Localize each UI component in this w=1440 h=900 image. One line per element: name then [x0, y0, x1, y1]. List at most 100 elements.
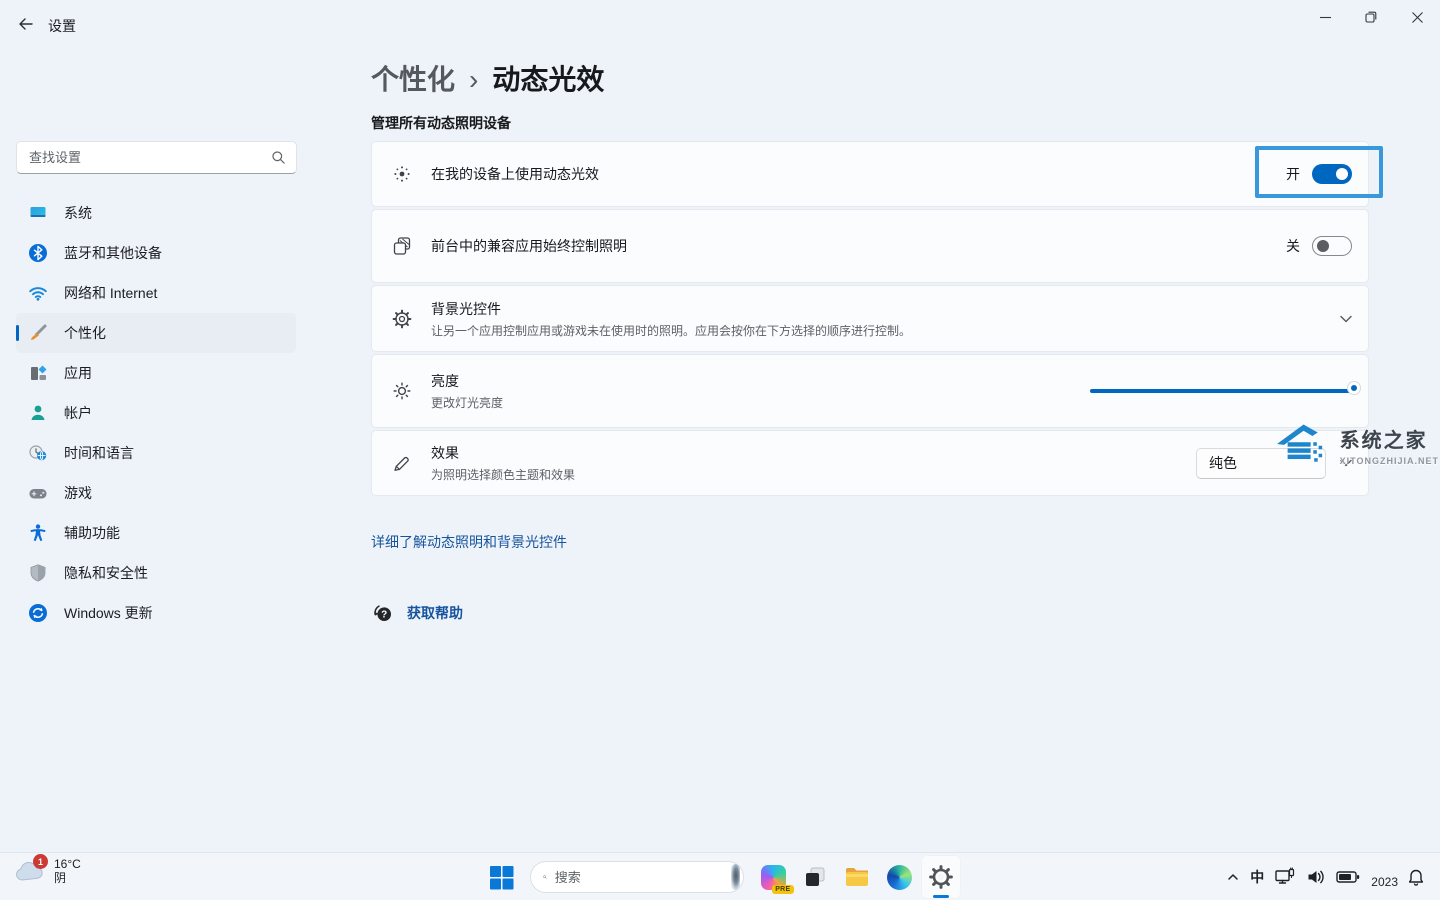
battery-tray-button[interactable]	[1331, 857, 1365, 897]
file-explorer-icon	[844, 864, 870, 890]
page-title: 动态光效	[492, 64, 604, 95]
sidebar-item-label: 网络和 Internet	[64, 283, 157, 303]
app-title: 设置	[48, 16, 76, 36]
brightness-slider[interactable]	[1090, 381, 1352, 401]
effects-dropdown[interactable]: 纯色	[1196, 448, 1326, 479]
card-effects: 效果 为照明选择颜色主题和效果 纯色	[371, 430, 1369, 496]
time-language-icon	[28, 443, 48, 463]
bell-icon	[1407, 868, 1425, 887]
back-arrow-icon	[18, 16, 34, 32]
shield-icon	[28, 563, 48, 583]
titlebar: 设置	[0, 0, 1440, 48]
notifications-button[interactable]	[1402, 857, 1430, 897]
settings-search-box[interactable]	[16, 141, 297, 174]
settings-search-input[interactable]	[29, 150, 271, 165]
sidebar-item-label: 系统	[64, 203, 92, 223]
breadcrumb: 个性化 › 动态光效	[371, 58, 604, 98]
chevron-up-icon	[1226, 870, 1240, 884]
sidebar-item-bluetooth-devices[interactable]: 蓝牙和其他设备	[16, 233, 296, 273]
setting-subtitle: 更改灯光亮度	[431, 394, 1090, 411]
copilot-button[interactable]: PRE	[753, 855, 793, 899]
toggle-state-label: 开	[1286, 164, 1300, 184]
weather-widget[interactable]: 1 16°C 阴	[14, 856, 81, 886]
breadcrumb-parent[interactable]: 个性化	[371, 64, 455, 95]
wifi-icon	[28, 283, 48, 303]
settings-gear-icon	[928, 864, 954, 890]
sidebar-item-label: Windows 更新	[64, 603, 153, 623]
gear-icon	[391, 308, 413, 330]
settings-app-button[interactable]	[921, 855, 961, 899]
setting-title: 亮度	[431, 371, 1090, 391]
sidebar-item-gaming[interactable]: 游戏	[16, 473, 296, 513]
gamepad-icon	[28, 483, 48, 503]
setting-subtitle: 让另一个应用控制应用或游戏未在使用时的照明。应用会按你在下方选择的顺序进行控制。	[431, 322, 1340, 339]
chevron-down-icon[interactable]	[1340, 459, 1352, 467]
sidebar-item-label: 辅助功能	[64, 523, 120, 543]
close-button[interactable]	[1394, 0, 1440, 34]
input-method-indicator[interactable]: 中	[1245, 857, 1269, 897]
sidebar-item-label: 时间和语言	[64, 443, 134, 463]
chevron-down-icon[interactable]	[1340, 315, 1352, 323]
effects-dropdown-value: 纯色	[1209, 453, 1237, 473]
sidebar-item-time-language[interactable]: 时间和语言	[16, 433, 296, 473]
restore-button[interactable]	[1348, 0, 1394, 34]
start-button[interactable]	[481, 855, 521, 899]
sidebar-item-accounts[interactable]: 帐户	[16, 393, 296, 433]
toggle-state-label: 关	[1286, 236, 1300, 256]
sidebar-item-accessibility[interactable]: 辅助功能	[16, 513, 296, 553]
dynamic-lighting-toggle[interactable]	[1312, 164, 1352, 184]
edge-browser-button[interactable]	[879, 855, 919, 899]
task-view-icon	[803, 865, 827, 889]
sidebar-nav: 系统 蓝牙和其他设备 网络和 Internet 个性化 应用 帐户 时间和语言	[16, 193, 296, 633]
slider-track	[1090, 389, 1352, 393]
sidebar-item-label: 个性化	[64, 323, 106, 343]
minimize-icon	[1320, 12, 1331, 23]
setting-title: 在我的设备上使用动态光效	[431, 164, 1286, 184]
network-tray-button[interactable]	[1269, 857, 1301, 897]
task-view-button[interactable]	[795, 855, 835, 899]
setting-title: 效果	[431, 443, 1196, 463]
card-background-light-controls[interactable]: 背景光控件 让另一个应用控制应用或游戏未在使用时的照明。应用会按你在下方选择的顺…	[371, 285, 1369, 352]
get-help-icon: ?	[371, 601, 394, 624]
card-use-dynamic-lighting: 在我的设备上使用动态光效 开	[371, 141, 1369, 207]
sidebar-item-apps[interactable]: 应用	[16, 353, 296, 393]
sidebar: 系统 蓝牙和其他设备 网络和 Internet 个性化 应用 帐户 时间和语言	[0, 48, 312, 852]
network-icon	[1274, 867, 1296, 887]
sidebar-item-label: 蓝牙和其他设备	[64, 243, 162, 263]
card-foreground-apps-control: 前台中的兼容应用始终控制照明 关	[371, 209, 1369, 283]
copilot-pre-badge: PRE	[772, 885, 793, 894]
sidebar-item-personalization[interactable]: 个性化	[16, 313, 296, 353]
minimize-button[interactable]	[1302, 0, 1348, 34]
sidebar-item-network[interactable]: 网络和 Internet	[16, 273, 296, 313]
battery-icon	[1336, 869, 1360, 885]
account-person-icon	[28, 403, 48, 423]
apps-icon	[28, 363, 48, 383]
file-explorer-button[interactable]	[837, 855, 877, 899]
windows-start-icon	[489, 865, 514, 890]
sidebar-item-windows-update[interactable]: Windows 更新	[16, 593, 296, 633]
sidebar-item-system[interactable]: 系统	[16, 193, 296, 233]
foreground-apps-toggle[interactable]	[1312, 236, 1352, 256]
edge-icon	[887, 865, 912, 890]
sidebar-item-label: 隐私和安全性	[64, 563, 148, 583]
volume-tray-button[interactable]	[1301, 857, 1331, 897]
search-icon	[543, 870, 547, 884]
tray-chevron-up-button[interactable]	[1221, 857, 1245, 897]
back-button[interactable]	[10, 8, 42, 40]
breadcrumb-separator: ›	[469, 64, 478, 95]
taskbar-search-box[interactable]	[530, 861, 744, 893]
taskbar-search-input[interactable]	[555, 870, 731, 885]
settings-cards: 在我的设备上使用动态光效 开 前台中的兼容应用始终控制照明 关 背景光控件 让另…	[371, 141, 1369, 498]
tray-date[interactable]: 2023	[1371, 875, 1398, 889]
sidebar-item-privacy-security[interactable]: 隐私和安全性	[16, 553, 296, 593]
bluetooth-icon	[28, 243, 48, 263]
speaker-icon	[1306, 868, 1326, 886]
close-icon	[1412, 12, 1423, 23]
get-help-link[interactable]: 获取帮助	[407, 603, 463, 623]
slider-knob[interactable]	[1348, 382, 1360, 394]
personalization-brush-icon	[28, 323, 48, 343]
section-header: 管理所有动态照明设备	[371, 113, 511, 133]
system-icon	[28, 203, 48, 223]
svg-text:?: ?	[381, 610, 387, 621]
learn-more-link[interactable]: 详细了解动态照明和背景光控件	[371, 532, 567, 552]
